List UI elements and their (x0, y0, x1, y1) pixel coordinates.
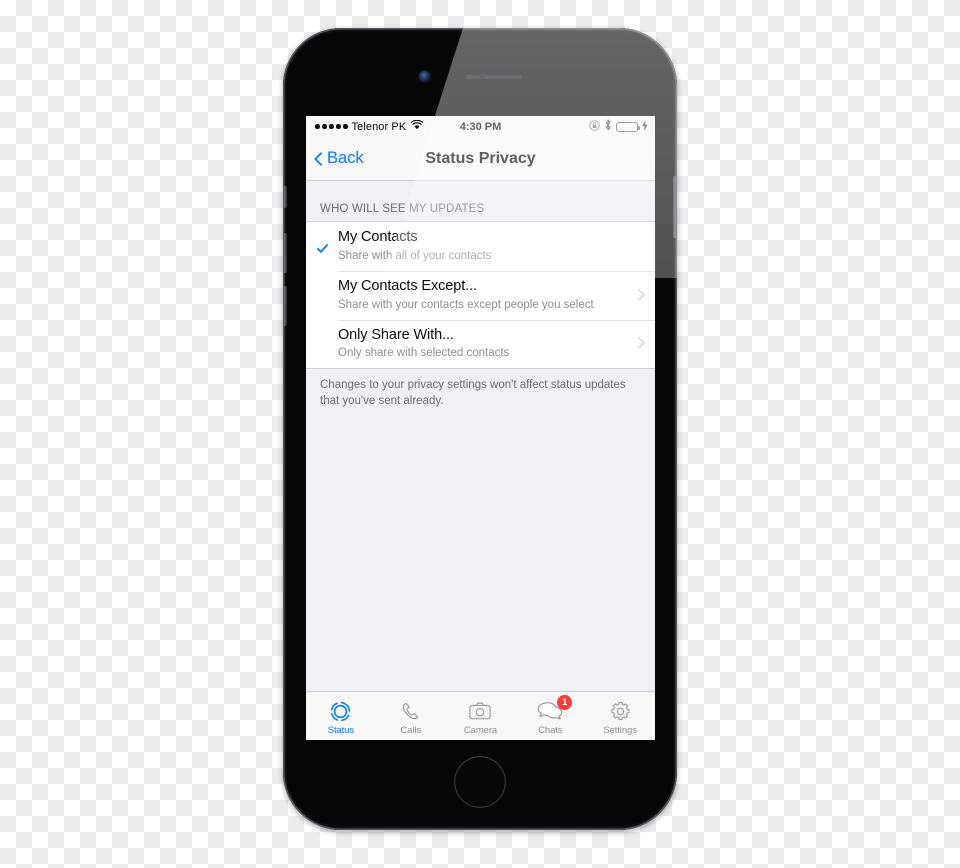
carrier-name: Telenor PK (351, 120, 407, 133)
ios-status-bar: Telenor PK 4:30 PM (306, 116, 655, 137)
row-text: Only Share With... Only share with selec… (338, 326, 629, 362)
option-title: Only Share With... (338, 326, 454, 343)
tab-label: Camera (463, 724, 498, 736)
lightning-bolt-icon (642, 119, 648, 134)
option-title: My Contacts (338, 229, 418, 245)
proximity-sensor (480, 73, 486, 79)
chevron-right-icon (635, 287, 645, 303)
chat-bubbles-icon: 1 (537, 694, 573, 723)
option-title: My Contacts Except... (338, 277, 477, 294)
option-subtitle: Share with your contacts except people y… (338, 298, 594, 311)
option-row-only-share-with[interactable]: Only Share With... Only share with selec… (306, 319, 655, 369)
volume-up-button[interactable] (283, 233, 287, 273)
navigation-bar: Back Status Privacy (306, 137, 655, 181)
tab-calls[interactable]: Calls (376, 692, 446, 740)
privacy-options-group: My Contacts Share with all of your conta… (306, 221, 655, 370)
tab-settings[interactable]: Settings (585, 692, 655, 740)
unread-badge: 1 (557, 694, 573, 710)
signal-strength-icon (315, 124, 348, 129)
tab-status[interactable]: Status (306, 692, 376, 740)
tab-label: Settings (603, 724, 637, 736)
option-row-my-contacts[interactable]: My Contacts Share with all of your conta… (306, 222, 655, 271)
mute-switch-button[interactable] (283, 186, 287, 208)
section-footnote: Changes to your privacy settings won't a… (320, 379, 626, 407)
volume-down-button[interactable] (283, 286, 287, 326)
bottom-tab-bar: Status Calls Camera 1 Chats Settings (306, 691, 655, 740)
status-bar-right (589, 119, 648, 134)
rotation-lock-icon (589, 119, 600, 134)
selected-checkmark (306, 240, 338, 253)
front-camera-icon (419, 71, 430, 82)
option-subtitle: Share with all of your contacts (338, 249, 492, 262)
phone-screen: Telenor PK 4:30 PM Back Status Privacy W… (306, 116, 655, 740)
row-text: My Contacts Except... Share with your co… (338, 277, 629, 313)
tab-camera[interactable]: Camera (446, 692, 516, 740)
status-ring-icon (330, 700, 351, 723)
checkmark-slot (306, 294, 338, 296)
settings-content: WHO WILL SEE MY UPDATES My Contacts Shar… (306, 181, 655, 691)
gear-icon (610, 700, 631, 723)
tab-label: Calls (400, 724, 421, 736)
tab-chats[interactable]: 1 Chats (515, 692, 585, 740)
earpiece-speaker (466, 75, 522, 79)
option-row-my-contacts-except[interactable]: My Contacts Except... Share with your co… (306, 270, 655, 320)
tab-label: Chats (538, 724, 563, 736)
row-text: My Contacts Share with all of your conta… (338, 228, 645, 264)
option-subtitle: Only share with selected contacts (338, 347, 510, 360)
camera-icon (469, 700, 492, 723)
checkmark-slot (306, 342, 338, 344)
iphone-device-frame: Telenor PK 4:30 PM Back Status Privacy W… (283, 28, 677, 830)
phone-handset-icon (400, 700, 421, 723)
chevron-left-icon (314, 151, 323, 166)
home-button[interactable] (454, 756, 506, 808)
check-icon (316, 240, 328, 253)
wifi-icon (411, 119, 424, 133)
status-bar-left: Telenor PK (315, 119, 424, 133)
section-header: WHO WILL SEE MY UPDATES (320, 203, 485, 215)
back-button-label: Back (327, 149, 364, 167)
tab-label: Status (327, 724, 355, 736)
screenshot-canvas: Telenor PK 4:30 PM Back Status Privacy W… (0, 0, 960, 868)
battery-icon (616, 121, 640, 132)
bluetooth-icon (604, 119, 612, 134)
chevron-right-icon (635, 335, 645, 351)
power-button[interactable] (673, 176, 677, 238)
back-button[interactable]: Back (314, 149, 364, 168)
